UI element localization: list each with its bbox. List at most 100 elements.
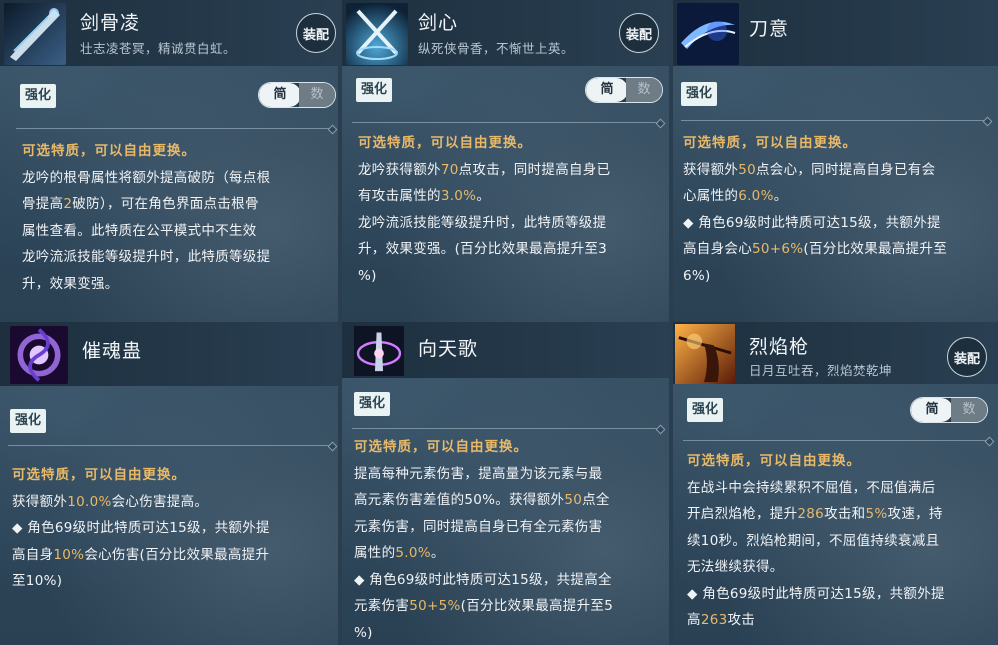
trait-name: 催魂蛊 [82,340,143,362]
sky-song-icon [352,326,406,376]
description-line: ◆ 角色69级时此特质可达15级，共提高全 [354,567,666,594]
description-text: 在战斗中会持续累积不屈值，不屈值满后 [687,479,936,496]
toggle-numeric[interactable]: 数 [299,83,335,107]
highlight-value: 5.0% [395,545,431,561]
description-text: 属性查看。此特质在公平模式中不生效 [22,222,257,239]
divider [16,128,334,129]
description-text: ◆ 角色69级时此特质可达15级，共提高全 [354,571,612,588]
description-text: 骨提高 [22,196,64,212]
highlight-value: 2 [63,196,73,212]
trait-name: 向天歌 [418,338,479,360]
trait-subtitle: 日月互吐吞，烈焰焚乾坤 [749,363,893,378]
toggle-numeric[interactable]: 数 [951,398,987,422]
description-text: ◆ 角色69级时此特质可达15级，共额外提 [683,214,941,231]
description-line: 骨提高2破防），可在角色界面点击根骨 [22,191,334,218]
description-line: 属性的5.0%。 [354,540,666,567]
trait-description: 可选特质，可以自由更换。 在战斗中会持续累积不屈值，不屈值满后 开启烈焰枪，提升28… [687,448,995,634]
description-text: 至10%) [12,573,63,589]
divider [8,445,334,446]
description-text: 6%) [683,267,711,284]
description-text: 龙吟获得额外 [358,161,441,178]
trait-heading: 可选特质，可以自由更换。 [687,453,861,469]
toggle-simple[interactable]: 简 [586,78,628,102]
equip-button[interactable]: 装配 [947,337,987,377]
description-text: 攻击和 [824,506,866,522]
trait-card-jianxin: 剑心 纵死侠骨香，不惭世上英。 装配 强化 简 数 可选特质，可以自由更换。 龙吟… [342,0,669,322]
highlight-value: 5% [865,506,888,522]
description-text: 。 [430,545,445,561]
description-text: 开启烈焰枪，提升 [687,506,798,522]
crossed-swords-icon [346,3,408,65]
description-text: 破防），可在角色界面点击根骨 [72,196,259,212]
trait-card-lieyanqiang: 烈焰枪 日月互吐吞，烈焰焚乾坤 装配 强化 简 数 可选特质，可以自由更换。 在战… [673,322,998,645]
trait-name: 剑骨凌 [80,12,141,34]
description-text: 元素伤害 [354,598,410,614]
description-line: %) [354,620,666,645]
description-text: 点全 [582,492,610,508]
detail-toggle[interactable]: 简 数 [258,82,336,108]
description-text: 龙吟的根骨属性将额外提高破防（每点根 [22,169,271,186]
equip-button[interactable]: 装配 [296,13,336,53]
description-text: 高元素伤害差值的50%。获得额外 [354,492,565,508]
description-line: %) [358,263,666,290]
description-line: 属性查看。此特质在公平模式中不生效 [22,218,334,245]
detail-toggle[interactable]: 简 数 [585,77,663,103]
toggle-numeric[interactable]: 数 [626,78,662,102]
description-line: 元素伤害，同时提高自身已有全元素伤害 [354,514,666,541]
toggle-simple[interactable]: 简 [259,83,301,107]
description-line: 心属性的6.0%。 [683,183,995,210]
trait-card-jianguling: 剑骨凌 壮志凌苍冥，精诚贯白虹。 装配 强化 简 数 可选特质，可以自由更换。龙… [0,0,338,322]
toggle-simple[interactable]: 简 [911,398,953,422]
description-text: 龙吟流派技能等级提升时，此特质等级提 [358,214,607,231]
description-text: 获得额外 [12,493,68,510]
description-text: 有攻击属性的 [358,188,441,204]
description-text: 获得额外 [683,161,739,178]
trait-card-daoyi: 刀意 强化 可选特质，可以自由更换。 获得额外50点会心，同时提高自身已有会 心属性… [673,0,998,322]
trait-description: 可选特质，可以自由更换。获得额外50点会心，同时提高自身已有会 心属性的6.0%。… [683,130,995,289]
description-text: 。 [476,188,491,204]
trait-subtitle: 壮志凌苍冥，精诚贯白虹。 [80,41,237,56]
description-text: 升，效果变强。 [22,275,119,292]
enhance-tag: 强化 [354,392,391,416]
description-text: 会心伤害提高。 [111,493,209,510]
description-line: 龙吟的根骨属性将额外提高破防（每点根 [22,165,334,192]
trait-description: 可选特质，可以自由更换。 提高每种元素伤害，提高量为该元素与最 高元素伤害差值的50… [354,434,666,645]
description-text: (百分比效果最高提升至 [803,241,947,257]
divider [683,440,991,441]
highlight-value: 10% [53,546,85,563]
description-line: 高263攻击 [687,607,995,634]
description-text: 攻速，持 [887,506,943,522]
description-text: 点会心，同时提高自身已有会 [755,161,936,178]
description-text: ◆ 角色69级时此特质可达15级，共额外提 [12,520,270,536]
description-line: 龙吟流派技能等级提升时，此特质等级提 [22,244,334,271]
highlight-value: 50+6% [752,241,804,257]
enhance-tag: 强化 [356,78,393,102]
divider [681,120,989,121]
equip-button[interactable]: 装配 [619,13,659,53]
description-text: (百分比效果最高提升至5 [460,598,614,614]
description-line: 升，效果变强。 [22,271,334,298]
description-line: 至10%) [12,568,334,595]
divider [352,428,662,429]
trait-card-cuihungu: 催魂蛊 强化 可选特质，可以自由更换。 获得额外10.0%会心伤害提高。 ◆ 角色6… [0,322,338,645]
highlight-value: 70 [440,161,459,178]
detail-toggle[interactable]: 简 数 [910,397,988,423]
description-text: 会心伤害(百分比效果最高提升 [84,546,270,563]
description-line: 续10秒。烈焰枪期间，不屈值持续衰减且 [687,528,995,555]
description-line: 6%) [683,263,995,290]
enhance-tag: 强化 [10,409,47,433]
soul-vortex-icon [10,326,68,384]
trait-name: 剑心 [418,12,459,34]
enhance-tag: 强化 [681,82,718,106]
description-text: 攻击 [727,612,756,628]
description-line: 龙吟获得额外70点攻击，同时提高自身已 [358,157,666,184]
highlight-value: 50+5% [409,598,461,614]
description-line: 提高每种元素伤害，提高量为该元素与最 [354,461,666,488]
enhance-tag: 强化 [20,84,57,108]
trait-description: 可选特质，可以自由更换。 获得额外10.0%会心伤害提高。 ◆ 角色69级时此特质可… [12,462,334,595]
description-line: 升，效果变强。(百分比效果最高提升至3 [358,236,666,263]
trait-description: 可选特质，可以自由更换。 龙吟的根骨属性将额外提高破防（每点根 骨提高2破防），可在… [22,138,334,297]
trait-heading: 可选特质，可以自由更换。 [12,467,186,483]
trait-heading: 可选特质，可以自由更换。 [683,135,857,151]
description-line: 获得额外50点会心，同时提高自身已有会 [683,157,995,184]
